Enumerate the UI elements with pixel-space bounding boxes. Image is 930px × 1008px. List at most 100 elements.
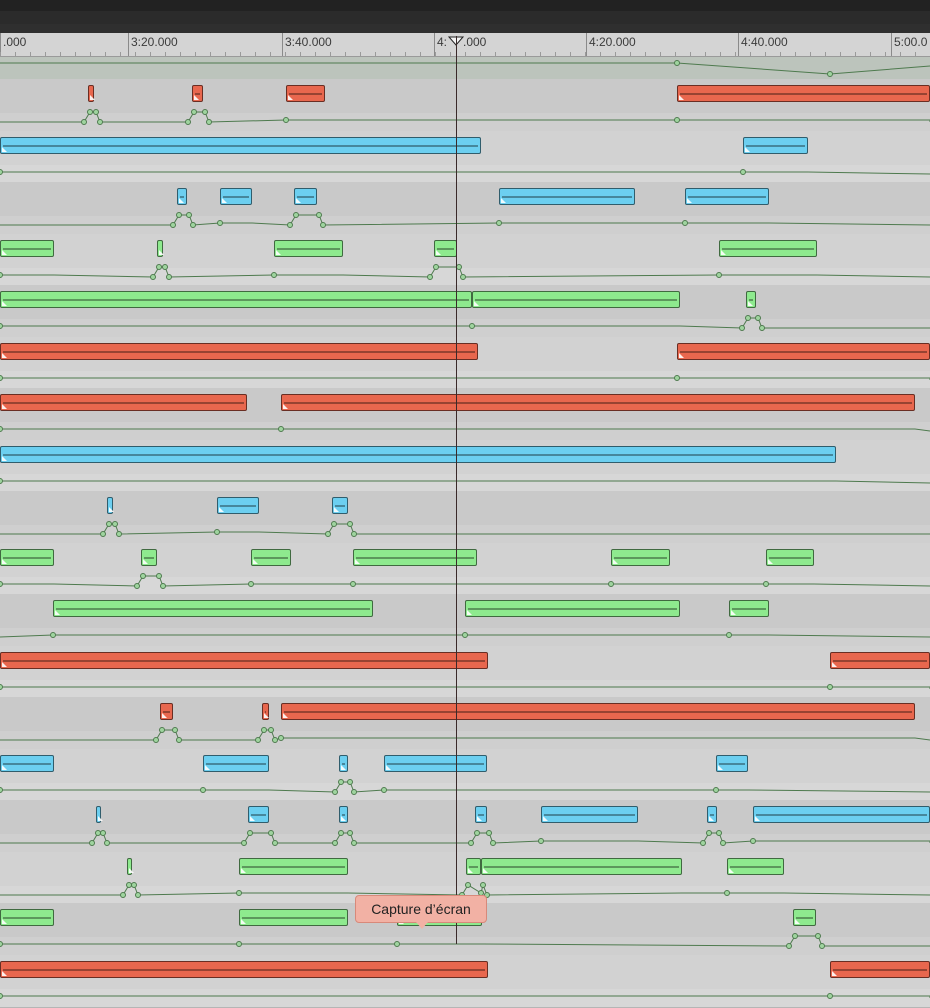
- automation-node[interactable]: [739, 325, 745, 331]
- automation-node[interactable]: [700, 840, 706, 846]
- track-lane[interactable]: [0, 439, 930, 493]
- automation-node[interactable]: [347, 778, 353, 785]
- automation-node[interactable]: [268, 727, 274, 733]
- automation-node[interactable]: [162, 263, 168, 270]
- automation-node[interactable]: [827, 683, 833, 690]
- automation-node[interactable]: [316, 212, 322, 218]
- automation-node[interactable]: [50, 632, 56, 638]
- automation-node[interactable]: [120, 891, 126, 898]
- automation-node[interactable]: [261, 727, 267, 733]
- automation-node[interactable]: [338, 830, 344, 836]
- automation-node[interactable]: [332, 840, 338, 846]
- automation-node[interactable]: [186, 212, 192, 218]
- automation-line[interactable]: [0, 171, 930, 174]
- automation-node[interactable]: [140, 572, 146, 579]
- automation-node[interactable]: [674, 374, 680, 381]
- automation-node[interactable]: [156, 572, 162, 579]
- automation-node[interactable]: [745, 315, 751, 321]
- automation-node[interactable]: [112, 521, 118, 527]
- automation-node[interactable]: [134, 582, 140, 589]
- automation-node[interactable]: [394, 941, 400, 947]
- automation-line[interactable]: [0, 686, 930, 689]
- automation-curve[interactable]: [0, 800, 930, 852]
- automation-line[interactable]: [0, 729, 930, 741]
- automation-node[interactable]: [538, 838, 544, 844]
- track-lane[interactable]: [0, 388, 930, 441]
- automation-node[interactable]: [0, 786, 3, 793]
- automation-node[interactable]: [190, 222, 196, 228]
- automation-node[interactable]: [176, 212, 182, 218]
- automation-node[interactable]: [713, 786, 719, 793]
- automation-curve[interactable]: [0, 491, 930, 543]
- automation-line[interactable]: [0, 523, 930, 535]
- automation-node[interactable]: [716, 271, 722, 278]
- automation-node[interactable]: [462, 632, 468, 638]
- automation-node[interactable]: [720, 840, 726, 846]
- automation-node[interactable]: [320, 222, 326, 228]
- automation-node[interactable]: [97, 119, 103, 125]
- automation-node[interactable]: [172, 727, 178, 733]
- automation-node[interactable]: [682, 220, 688, 226]
- track-lane[interactable]: [0, 336, 930, 390]
- automation-node[interactable]: [496, 220, 502, 226]
- automation-node[interactable]: [338, 778, 344, 785]
- automation-curve[interactable]: [0, 543, 930, 595]
- automation-node[interactable]: [87, 109, 93, 115]
- automation-node[interactable]: [247, 830, 253, 836]
- track-lane[interactable]: [0, 182, 930, 235]
- automation-node[interactable]: [160, 582, 166, 589]
- automation-node[interactable]: [0, 374, 3, 381]
- automation-node[interactable]: [248, 580, 254, 587]
- automation-node[interactable]: [0, 323, 3, 329]
- automation-node[interactable]: [255, 737, 261, 743]
- automation-node[interactable]: [674, 117, 680, 123]
- automation-node[interactable]: [490, 840, 496, 846]
- automation-curve[interactable]: [0, 285, 930, 337]
- automation-node[interactable]: [350, 580, 356, 587]
- automation-node[interactable]: [100, 830, 106, 836]
- track-area[interactable]: [0, 57, 930, 1008]
- automation-node[interactable]: [0, 426, 3, 432]
- automation-curve[interactable]: [0, 234, 930, 286]
- track-lane[interactable]: [0, 233, 930, 287]
- automation-node[interactable]: [433, 263, 439, 270]
- track-lane[interactable]: [0, 645, 930, 699]
- automation-node[interactable]: [185, 119, 191, 125]
- automation-node[interactable]: [116, 531, 122, 537]
- automation-node[interactable]: [465, 881, 471, 888]
- automation-node[interactable]: [106, 521, 112, 527]
- automation-node[interactable]: [332, 788, 338, 795]
- automation-node[interactable]: [716, 830, 722, 836]
- automation-node[interactable]: [759, 325, 765, 331]
- automation-node[interactable]: [287, 222, 293, 228]
- automation-line[interactable]: [0, 111, 930, 123]
- automation-line[interactable]: [0, 214, 930, 226]
- automation-curve[interactable]: [0, 697, 930, 749]
- track-lane[interactable]: [0, 594, 930, 647]
- automation-node[interactable]: [166, 273, 172, 280]
- automation-node[interactable]: [170, 222, 176, 228]
- automation-node[interactable]: [272, 737, 278, 743]
- playhead-line[interactable]: [456, 36, 457, 944]
- track-lane[interactable]: [0, 800, 930, 853]
- automation-node[interactable]: [159, 727, 165, 733]
- automation-node[interactable]: [819, 943, 825, 949]
- automation-node[interactable]: [763, 580, 769, 587]
- automation-node[interactable]: [104, 840, 110, 846]
- automation-node[interactable]: [460, 273, 466, 280]
- automation-node[interactable]: [214, 529, 220, 535]
- automation-node[interactable]: [126, 881, 132, 888]
- automation-node[interactable]: [153, 737, 159, 743]
- automation-curve[interactable]: [0, 337, 930, 389]
- automation-node[interactable]: [0, 477, 3, 484]
- automation-node[interactable]: [202, 109, 208, 115]
- automation-curve[interactable]: [0, 79, 930, 131]
- automation-node[interactable]: [456, 263, 462, 270]
- automation-node[interactable]: [95, 830, 101, 836]
- automation-node[interactable]: [351, 840, 357, 846]
- automation-curve[interactable]: [0, 388, 930, 440]
- automation-node[interactable]: [750, 838, 756, 844]
- automation-node[interactable]: [89, 840, 95, 846]
- automation-node[interactable]: [331, 521, 337, 527]
- automation-node[interactable]: [0, 271, 3, 278]
